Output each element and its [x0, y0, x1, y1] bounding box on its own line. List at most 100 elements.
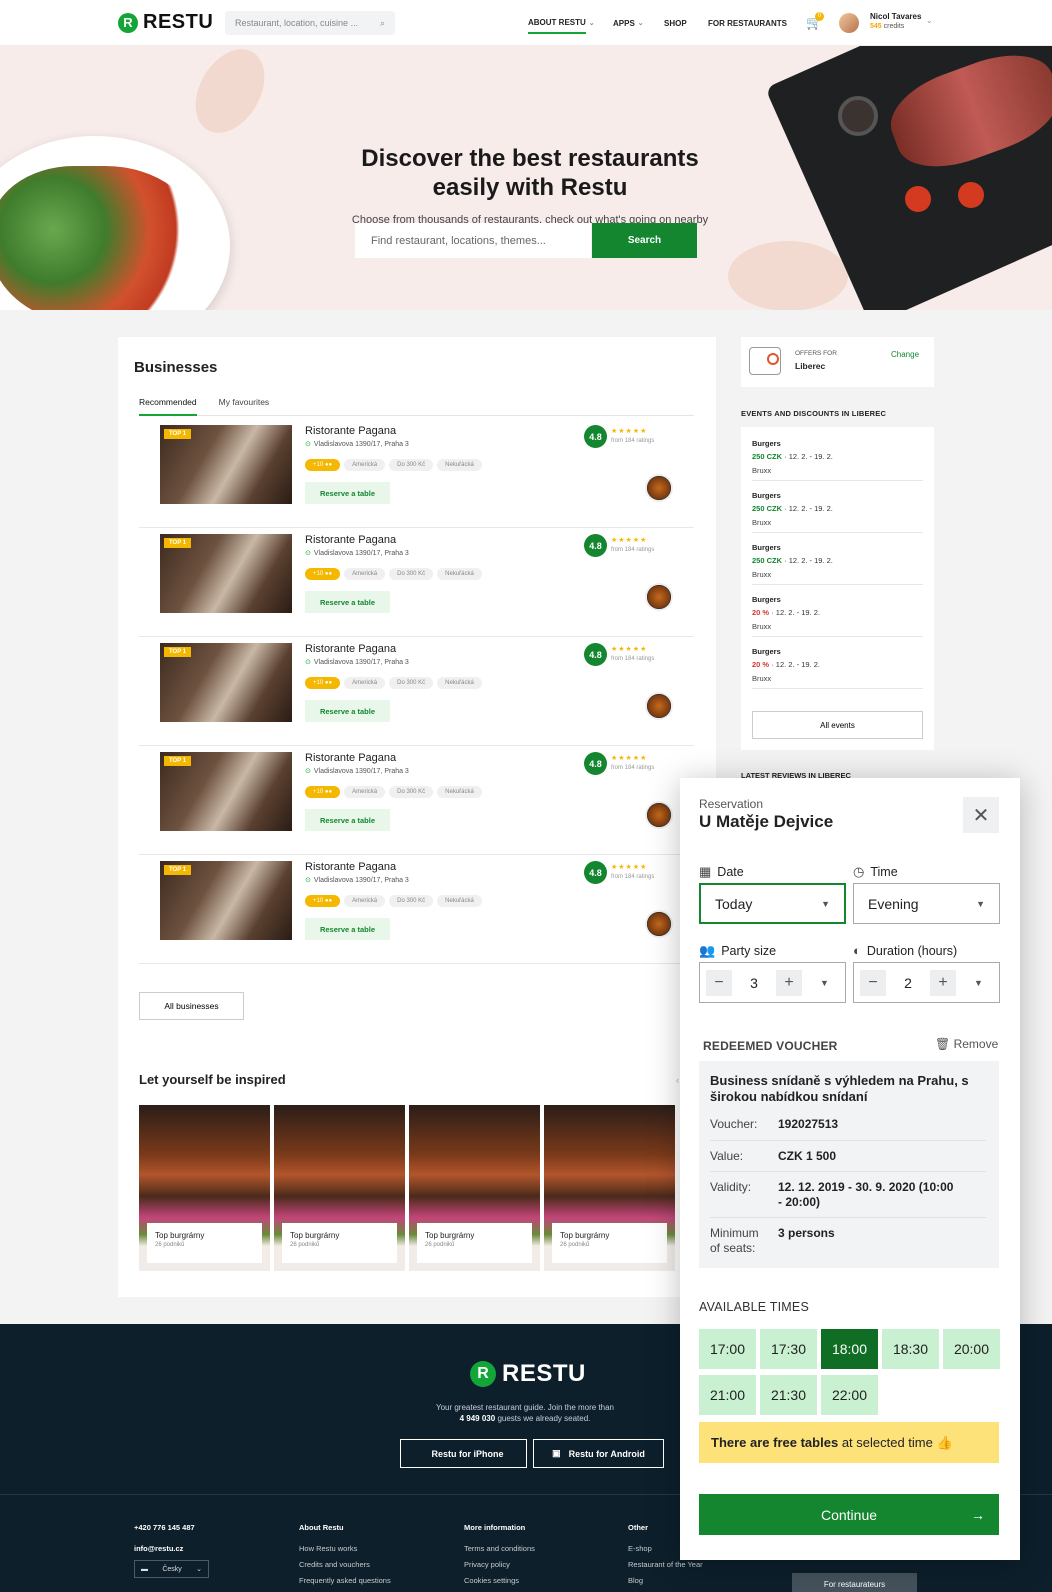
footer-link[interactable]: Frequently asked questions — [299, 1573, 391, 1589]
party-size-value[interactable]: 3 — [732, 975, 776, 991]
inspiration-tile-name: Top burgrárny — [560, 1231, 610, 1240]
all-businesses-button[interactable]: All businesses — [139, 992, 244, 1020]
rating-score: 4.8 — [584, 534, 607, 557]
decrement-button[interactable]: − — [860, 969, 886, 996]
restaurant-name[interactable]: Ristorante Pagana — [305, 861, 396, 873]
increment-button[interactable]: + — [776, 969, 802, 996]
caret-down-icon[interactable]: ▼ — [974, 978, 983, 988]
nav-apps-label: APPS — [613, 18, 635, 28]
chevron-left-icon[interactable]: ‹ — [676, 1075, 679, 1085]
event-item[interactable]: Burgers 20 % · 12. 2. - 19. 2. Bruxx — [752, 637, 923, 689]
time-slot-button[interactable]: 21:00 — [699, 1375, 756, 1415]
nav-apps[interactable]: APPS ⌄ — [613, 0, 644, 46]
reviewer-avatar[interactable] — [645, 692, 673, 720]
restaurant-name[interactable]: Ristorante Pagana — [305, 425, 396, 437]
duration-value[interactable]: 2 — [886, 975, 930, 991]
inspiration-tile[interactable]: Top burgrárny 26 podniků — [544, 1105, 675, 1271]
top-badge: TOP 1 — [164, 429, 192, 439]
event-category: Burgers — [752, 595, 781, 604]
footer-phone[interactable]: +420 776 145 487 — [134, 1520, 195, 1536]
change-location-link[interactable]: Change — [891, 350, 919, 359]
inspiration-tile[interactable]: Top burgrárny 26 podniků — [409, 1105, 540, 1271]
restaurant-photo[interactable]: TOP 1 — [160, 752, 292, 831]
caret-down-icon[interactable]: ▼ — [820, 978, 829, 988]
footer-link[interactable]: Privacy policy — [464, 1557, 535, 1573]
increment-button[interactable]: + — [930, 969, 956, 996]
restaurant-tags: +10 ●● Americká Do 300 Kč Nekuřácká — [305, 459, 482, 471]
tab-my-favourites[interactable]: My favourites — [219, 397, 270, 416]
user-name[interactable]: Nicol Tavares — [870, 12, 921, 21]
time-slot-button[interactable]: 21:30 — [760, 1375, 817, 1415]
chevron-down-icon[interactable]: ⌄ — [926, 16, 933, 25]
hero-search-button[interactable]: Search — [592, 223, 697, 258]
hero-search-input[interactable]: Find restaurant, locations, themes... — [355, 223, 591, 258]
date-select[interactable]: Today ▼ — [699, 883, 846, 924]
reserve-table-button[interactable]: Reserve a table — [305, 809, 390, 831]
reviewer-avatar[interactable] — [645, 474, 673, 502]
restaurant-photo[interactable]: TOP 1 — [160, 425, 292, 504]
time-slot-button[interactable]: 17:30 — [760, 1329, 817, 1369]
event-item[interactable]: Burgers 250 CZK · 12. 2. - 19. 2. Bruxx — [752, 533, 923, 585]
for-restaurateurs-button[interactable]: For restaurateurs — [792, 1573, 917, 1592]
business-row[interactable]: TOP 1 Ristorante Pagana ⊙ Vladislavova 13… — [139, 527, 694, 637]
nav-shop[interactable]: SHOP — [664, 0, 687, 46]
remove-voucher-button[interactable]: 🗑 Remove — [935, 1037, 998, 1051]
restaurant-photo[interactable]: TOP 1 — [160, 643, 292, 722]
businesses-title: Businesses — [134, 359, 218, 376]
reserve-table-button[interactable]: Reserve a table — [305, 591, 390, 613]
time-slot-button[interactable]: 17:00 — [699, 1329, 756, 1369]
user-avatar[interactable] — [839, 13, 859, 33]
language-select[interactable]: ▬ Česky ⌄ — [134, 1560, 209, 1578]
event-item[interactable]: Burgers 20 % · 12. 2. - 19. 2. Bruxx — [752, 585, 923, 637]
restu-iphone-button[interactable]: Restu for iPhone — [400, 1439, 527, 1468]
time-select[interactable]: Evening ▼ — [853, 883, 1000, 924]
reviewer-avatar[interactable] — [645, 583, 673, 611]
reviewer-avatar[interactable] — [645, 910, 673, 938]
restu-android-button[interactable]: ▣ Restu for Android — [533, 1439, 664, 1468]
rating-count: from 184 ratings — [611, 874, 655, 880]
close-button[interactable]: ✕ — [963, 797, 999, 833]
time-slot-button[interactable]: 18:30 — [882, 1329, 939, 1369]
business-row[interactable]: TOP 1 Ristorante Pagana ⊙ Vladislavova 13… — [139, 854, 694, 964]
nav-for-restaurants[interactable]: FOR RESTAURANTS — [708, 0, 787, 46]
footer-email[interactable]: info@restu.cz — [134, 1541, 195, 1557]
restaurant-photo[interactable]: TOP 1 — [160, 861, 292, 940]
all-events-button[interactable]: All events — [752, 711, 923, 739]
restaurant-name[interactable]: Ristorante Pagana — [305, 534, 396, 546]
event-item[interactable]: Burgers 250 CZK · 12. 2. - 19. 2. Bruxx — [752, 429, 923, 481]
continue-button[interactable]: Continue → — [699, 1494, 999, 1535]
event-item[interactable]: Burgers 250 CZK · 12. 2. - 19. 2. Bruxx — [752, 481, 923, 533]
inspiration-tile-count: 26 podniků — [155, 1242, 185, 1248]
business-row[interactable]: TOP 1 Ristorante Pagana ⊙ Vladislavova 13… — [139, 745, 694, 855]
restaurant-name[interactable]: Ristorante Pagana — [305, 752, 396, 764]
restu-logo[interactable]: R RESTU — [118, 11, 213, 34]
tab-recommended[interactable]: Recommended — [139, 397, 197, 416]
footer-logo[interactable]: R RESTU — [470, 1360, 586, 1388]
footer-link[interactable]: How Restu works — [299, 1541, 391, 1557]
reserve-table-button[interactable]: Reserve a table — [305, 700, 390, 722]
footer-link[interactable]: Terms and conditions — [464, 1541, 535, 1557]
header-search-input[interactable]: Restaurant, location, cuisine ... ⌕ — [225, 11, 395, 35]
decrement-button[interactable]: − — [706, 969, 732, 996]
footer-link[interactable]: Credits and vouchers — [299, 1557, 391, 1573]
tag: Americká — [344, 895, 386, 907]
reserve-table-button[interactable]: Reserve a table — [305, 918, 390, 940]
time-slot-button[interactable]: 20:00 — [943, 1329, 1000, 1369]
reserve-table-button[interactable]: Reserve a table — [305, 482, 390, 504]
footer-link[interactable]: Cookies settings — [464, 1573, 535, 1589]
reviewer-avatar[interactable] — [645, 801, 673, 829]
inspiration-tile[interactable]: Top burgrárny 26 podniků — [274, 1105, 405, 1271]
nav-about[interactable]: ABOUT RESTU ⌄ — [528, 0, 595, 46]
restaurant-photo[interactable]: TOP 1 — [160, 534, 292, 613]
restaurant-name[interactable]: Ristorante Pagana — [305, 643, 396, 655]
location-pin-icon: ⊙ — [305, 659, 311, 666]
search-icon[interactable]: ⌕ — [380, 18, 385, 29]
business-row[interactable]: TOP 1 Ristorante Pagana ⊙ Vladislavova 13… — [139, 636, 694, 746]
time-slot-button[interactable]: 18:00 — [821, 1329, 878, 1369]
business-row[interactable]: TOP 1 Ristorante Pagana ⊙ Vladislavova 13… — [139, 418, 694, 528]
restaurant-tags: +10 ●● Americká Do 300 Kč Nekuřácká — [305, 786, 482, 798]
footer-link[interactable]: Blog — [628, 1573, 703, 1589]
inspiration-tile[interactable]: Top burgrárny 26 podniků — [139, 1105, 270, 1271]
inspiration-tile-caption: Top burgrárny 26 podniků — [282, 1223, 397, 1263]
time-slot-button[interactable]: 22:00 — [821, 1375, 878, 1415]
